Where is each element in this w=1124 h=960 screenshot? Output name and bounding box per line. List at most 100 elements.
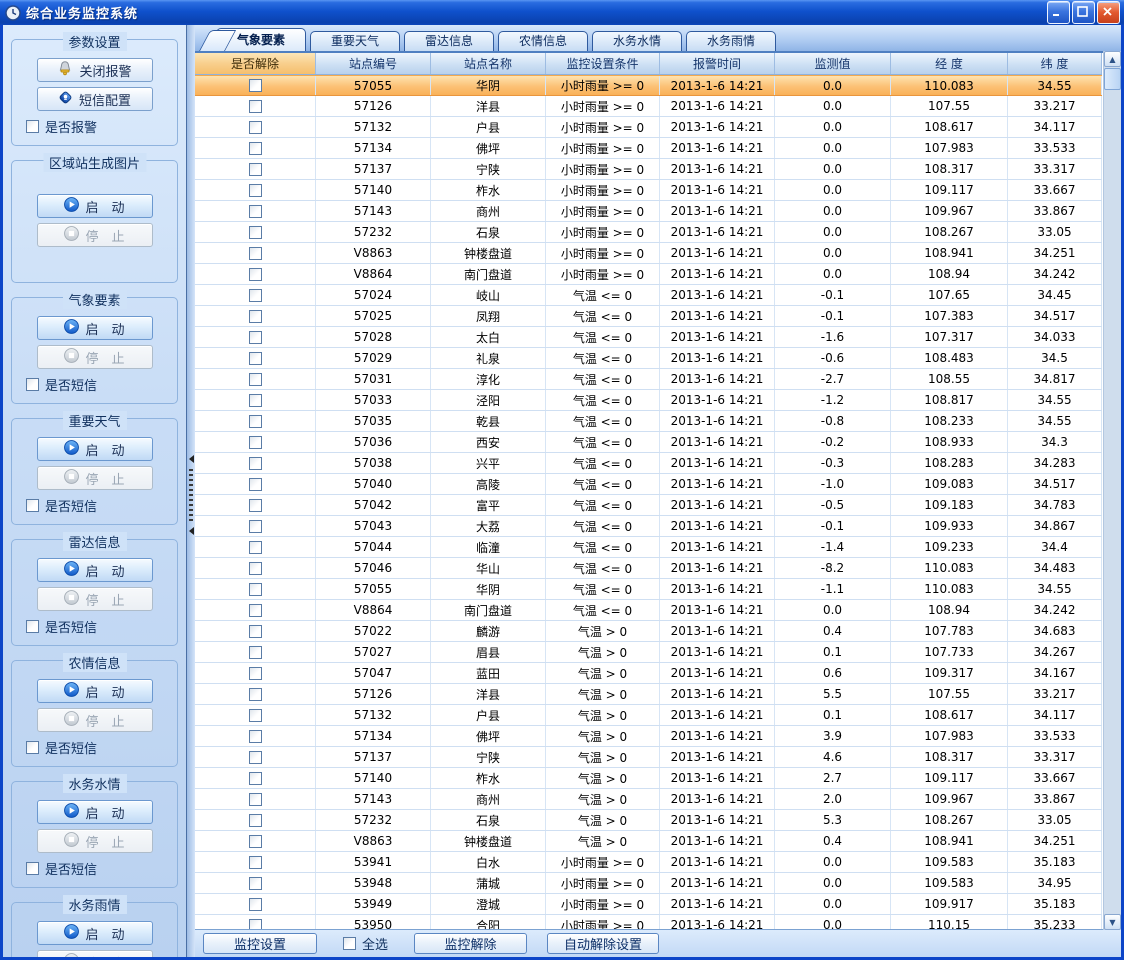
stop-button-regional-station-image[interactable]: 停 止 bbox=[37, 223, 153, 247]
table-row[interactable]: 57232石泉小时雨量 >= 02013-1-6 14:210.0108.267… bbox=[195, 222, 1102, 243]
row-release-checkbox[interactable] bbox=[249, 268, 262, 281]
title-bar[interactable]: 综合业务监控系统 bbox=[0, 0, 1124, 25]
row-release-checkbox[interactable] bbox=[249, 898, 262, 911]
row-release-checkbox[interactable] bbox=[249, 625, 262, 638]
table-row[interactable]: 57137宁陕气温 > 02013-1-6 14:214.6108.31733.… bbox=[195, 747, 1102, 768]
scrollbar-thumb[interactable] bbox=[1104, 68, 1121, 90]
table-row[interactable]: 57132户县小时雨量 >= 02013-1-6 14:210.0108.617… bbox=[195, 117, 1102, 138]
table-row[interactable]: 57055华阴气温 <= 02013-1-6 14:21-1.1110.0833… bbox=[195, 579, 1102, 600]
sms-checkbox-important-weather[interactable] bbox=[26, 499, 39, 512]
stop-button-water-level[interactable]: 停 止 bbox=[37, 829, 153, 853]
table-row[interactable]: 57232石泉气温 > 02013-1-6 14:215.3108.26733.… bbox=[195, 810, 1102, 831]
row-release-checkbox[interactable] bbox=[249, 184, 262, 197]
table-row[interactable]: 57024岐山气温 <= 02013-1-6 14:21-0.1107.6534… bbox=[195, 285, 1102, 306]
stop-button-radar-info[interactable]: 停 止 bbox=[37, 587, 153, 611]
table-row[interactable]: 57044临潼气温 <= 02013-1-6 14:21-1.4109.2333… bbox=[195, 537, 1102, 558]
row-release-checkbox[interactable] bbox=[249, 667, 262, 680]
start-button-regional-station-image[interactable]: 启 动 bbox=[37, 194, 153, 218]
monitor-set-button[interactable]: 监控设置 bbox=[203, 933, 317, 954]
col-latitude[interactable]: 纬 度 bbox=[1008, 53, 1102, 74]
col-longitude[interactable]: 经 度 bbox=[891, 53, 1008, 74]
table-row[interactable]: 57040高陵气温 <= 02013-1-6 14:21-1.0109.0833… bbox=[195, 474, 1102, 495]
tab-important-weather[interactable]: 重要天气 bbox=[310, 31, 400, 51]
row-release-checkbox[interactable] bbox=[249, 457, 262, 470]
table-row[interactable]: 57140柞水小时雨量 >= 02013-1-6 14:210.0109.117… bbox=[195, 180, 1102, 201]
table-row[interactable]: 53949澄城小时雨量 >= 02013-1-6 14:210.0109.917… bbox=[195, 894, 1102, 915]
scroll-up-icon[interactable]: ▲ bbox=[1104, 51, 1121, 67]
row-release-checkbox[interactable] bbox=[249, 814, 262, 827]
table-row[interactable]: 57033泾阳气温 <= 02013-1-6 14:21-1.2108.8173… bbox=[195, 390, 1102, 411]
row-release-checkbox[interactable] bbox=[249, 373, 262, 386]
row-release-checkbox[interactable] bbox=[249, 583, 262, 596]
row-release-checkbox[interactable] bbox=[249, 730, 262, 743]
table-row[interactable]: 57022麟游气温 > 02013-1-6 14:210.4107.78334.… bbox=[195, 621, 1102, 642]
row-release-checkbox[interactable] bbox=[249, 436, 262, 449]
row-release-checkbox[interactable] bbox=[249, 772, 262, 785]
table-row[interactable]: 57055华阴小时雨量 >= 02013-1-6 14:210.0110.083… bbox=[195, 75, 1102, 96]
table-row[interactable]: 57027眉县气温 > 02013-1-6 14:210.1107.73334.… bbox=[195, 642, 1102, 663]
stop-button-agri-info[interactable]: 停 止 bbox=[37, 708, 153, 732]
row-release-checkbox[interactable] bbox=[249, 835, 262, 848]
row-release-checkbox[interactable] bbox=[249, 478, 262, 491]
row-release-checkbox[interactable] bbox=[249, 226, 262, 239]
row-release-checkbox[interactable] bbox=[249, 499, 262, 512]
row-release-checkbox[interactable] bbox=[249, 688, 262, 701]
start-button-water-level[interactable]: 启 动 bbox=[37, 800, 153, 824]
col-value[interactable]: 监测值 bbox=[775, 53, 891, 74]
vertical-scrollbar[interactable]: ▲ ▼ bbox=[1103, 51, 1121, 930]
table-row[interactable]: 57036西安气温 <= 02013-1-6 14:21-0.2108.9333… bbox=[195, 432, 1102, 453]
table-row[interactable]: V8863钟楼盘道小时雨量 >= 02013-1-6 14:210.0108.9… bbox=[195, 243, 1102, 264]
minimize-button[interactable] bbox=[1047, 1, 1070, 24]
row-release-checkbox[interactable] bbox=[249, 793, 262, 806]
row-release-checkbox[interactable] bbox=[249, 877, 262, 890]
row-release-checkbox[interactable] bbox=[249, 163, 262, 176]
monitor-release-button[interactable]: 监控解除 bbox=[414, 933, 527, 954]
stop-button-important-weather[interactable]: 停 止 bbox=[37, 466, 153, 490]
table-row[interactable]: 57132户县气温 > 02013-1-6 14:210.1108.61734.… bbox=[195, 705, 1102, 726]
row-release-checkbox[interactable] bbox=[249, 394, 262, 407]
sidebar-splitter[interactable] bbox=[186, 25, 195, 957]
sms-checkbox-weather-elements[interactable] bbox=[26, 378, 39, 391]
start-button-important-weather[interactable]: 启 动 bbox=[37, 437, 153, 461]
table-row[interactable]: 57134佛坪气温 > 02013-1-6 14:213.9107.98333.… bbox=[195, 726, 1102, 747]
row-release-checkbox[interactable] bbox=[249, 562, 262, 575]
maximize-button[interactable] bbox=[1072, 1, 1095, 24]
start-button-agri-info[interactable]: 启 动 bbox=[37, 679, 153, 703]
start-button-weather-elements[interactable]: 启 动 bbox=[37, 316, 153, 340]
col-station-name[interactable]: 站点名称 bbox=[431, 53, 546, 74]
col-condition[interactable]: 监控设置条件 bbox=[546, 53, 660, 74]
tab-water-rain[interactable]: 水务雨情 bbox=[686, 31, 776, 51]
table-row[interactable]: 57031淳化气温 <= 02013-1-6 14:21-2.7108.5534… bbox=[195, 369, 1102, 390]
table-row[interactable]: 57028太白气温 <= 02013-1-6 14:21-1.6107.3173… bbox=[195, 327, 1102, 348]
col-alarm-time[interactable]: 报警时间 bbox=[660, 53, 775, 74]
table-row[interactable]: 57047蓝田气温 > 02013-1-6 14:210.6109.31734.… bbox=[195, 663, 1102, 684]
table-row[interactable]: 57046华山气温 <= 02013-1-6 14:21-8.2110.0833… bbox=[195, 558, 1102, 579]
row-release-checkbox[interactable] bbox=[249, 520, 262, 533]
row-release-checkbox[interactable] bbox=[249, 247, 262, 260]
row-release-checkbox[interactable] bbox=[249, 415, 262, 428]
table-row[interactable]: 57043大荔气温 <= 02013-1-6 14:21-0.1109.9333… bbox=[195, 516, 1102, 537]
row-release-checkbox[interactable] bbox=[249, 79, 262, 92]
row-release-checkbox[interactable] bbox=[249, 142, 262, 155]
table-row[interactable]: 57143商州小时雨量 >= 02013-1-6 14:210.0109.967… bbox=[195, 201, 1102, 222]
table-row[interactable]: 53941白水小时雨量 >= 02013-1-6 14:210.0109.583… bbox=[195, 852, 1102, 873]
sms-checkbox-agri-info[interactable] bbox=[26, 741, 39, 754]
table-row[interactable]: V8863钟楼盘道气温 > 02013-1-6 14:210.4108.9413… bbox=[195, 831, 1102, 852]
close-button[interactable] bbox=[1097, 1, 1120, 24]
row-release-checkbox[interactable] bbox=[249, 541, 262, 554]
row-release-checkbox[interactable] bbox=[249, 751, 262, 764]
table-row[interactable]: V8864南门盘道小时雨量 >= 02013-1-6 14:210.0108.9… bbox=[195, 264, 1102, 285]
table-row[interactable]: V8864南门盘道气温 <= 02013-1-6 14:210.0108.943… bbox=[195, 600, 1102, 621]
row-release-checkbox[interactable] bbox=[249, 331, 262, 344]
tab-water-level[interactable]: 水务水情 bbox=[592, 31, 682, 51]
start-button-radar-info[interactable]: 启 动 bbox=[37, 558, 153, 582]
tab-radar-info[interactable]: 雷达信息 bbox=[404, 31, 494, 51]
row-release-checkbox[interactable] bbox=[249, 352, 262, 365]
col-release[interactable]: 是否解除 bbox=[195, 53, 316, 74]
close-alarm-button[interactable]: 关闭报警 bbox=[37, 58, 153, 82]
row-release-checkbox[interactable] bbox=[249, 310, 262, 323]
table-row[interactable]: 57038兴平气温 <= 02013-1-6 14:21-0.3108.2833… bbox=[195, 453, 1102, 474]
stop-button-weather-elements[interactable]: 停 止 bbox=[37, 345, 153, 369]
sms-config-button[interactable]: 短信配置 bbox=[37, 87, 153, 111]
start-button-water-rain[interactable]: 启 动 bbox=[37, 921, 153, 945]
